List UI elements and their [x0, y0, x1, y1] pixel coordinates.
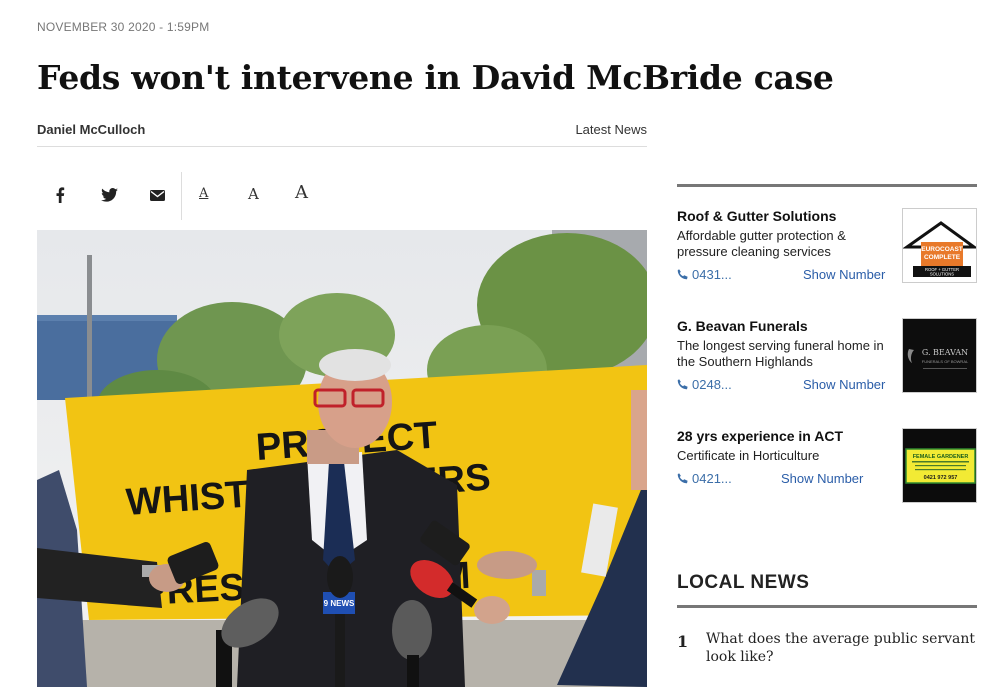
show-number-button[interactable]: Show Number	[781, 471, 863, 486]
gardener-logo-title: FEMALE GARDENER	[913, 454, 969, 460]
local-news-rule	[677, 605, 977, 608]
email-icon	[149, 189, 165, 201]
font-size-small-button[interactable]: A	[199, 186, 208, 201]
facebook-icon	[56, 187, 65, 203]
beavan-logo-tagline: FUNERALS OF BOWRAL	[922, 359, 969, 364]
font-size-large-button[interactable]: A	[295, 182, 308, 203]
gardener-logo-phone: 0421 972 957	[924, 475, 958, 481]
business-listing[interactable]: G. Beavan Funerals The longest serving f…	[677, 318, 977, 398]
show-number-button[interactable]: Show Number	[803, 267, 885, 282]
share-toolbar: A A A	[37, 170, 337, 220]
listing-phone[interactable]: 0431...	[677, 267, 732, 282]
local-news-item-title[interactable]: What does the average public servant loo…	[706, 630, 976, 666]
listing-phone[interactable]: 0248...	[677, 377, 732, 392]
show-number-button[interactable]: Show Number	[803, 377, 885, 392]
listing-logo-female-gardener[interactable]: FEMALE GARDENER 0421 972 957	[902, 428, 977, 503]
listing-logo-eurocoast[interactable]: EUROCOAST COMPLETE ROOF + GUTTER SOLUTIO…	[902, 208, 977, 283]
listing-logo-beavan[interactable]: G. BEAVAN FUNERALS OF BOWRAL	[902, 318, 977, 393]
sidebar-top-rule	[677, 184, 977, 187]
article-headline: Feds won't intervene in David McBride ca…	[37, 58, 834, 97]
listing-phone-number: 0431...	[692, 267, 732, 282]
eurocoast-logo-line-4: SOLUTIONS	[930, 272, 954, 277]
section-link-latest-news[interactable]: Latest News	[510, 122, 647, 137]
phone-icon	[677, 379, 688, 390]
listing-description: Certificate in Horticulture	[677, 448, 820, 463]
listing-description: The longest serving funeral home in the …	[677, 338, 884, 369]
email-share-button[interactable]	[144, 182, 170, 208]
listing-description: Affordable gutter protection & pressure …	[677, 228, 846, 259]
article-dateline: NOVEMBER 30 2020 - 1:59PM	[37, 20, 210, 34]
phone-icon	[677, 473, 688, 484]
share-divider	[181, 172, 182, 220]
twitter-icon	[100, 188, 118, 202]
mic-logo-text: 9 NEWS	[324, 599, 355, 608]
listing-phone-number: 0421...	[692, 471, 732, 486]
byline-divider	[37, 146, 647, 147]
local-news-rank: 1	[677, 632, 689, 651]
business-listing[interactable]: 28 yrs experience in ACT Certificate in …	[677, 428, 977, 508]
article-hero-photo: PROTECT WHISTLEBLOWERS PRESS FREEDOM 9 N…	[37, 230, 647, 687]
font-size-medium-button[interactable]: A	[248, 185, 259, 203]
local-news-heading: LOCAL NEWS	[677, 572, 810, 593]
phone-icon	[677, 269, 688, 280]
business-listing[interactable]: Roof & Gutter Solutions Affordable gutte…	[677, 208, 977, 288]
listing-phone-number: 0248...	[692, 377, 732, 392]
facebook-share-button[interactable]	[47, 182, 73, 208]
eurocoast-logo-line-1: EUROCOAST	[921, 246, 963, 253]
author-byline[interactable]: Daniel McCulloch	[37, 122, 145, 137]
listing-phone[interactable]: 0421...	[677, 471, 732, 486]
beavan-logo-name: G. BEAVAN	[922, 348, 968, 357]
eurocoast-logo-line-2: COMPLETE	[924, 254, 961, 261]
twitter-share-button[interactable]	[96, 182, 122, 208]
